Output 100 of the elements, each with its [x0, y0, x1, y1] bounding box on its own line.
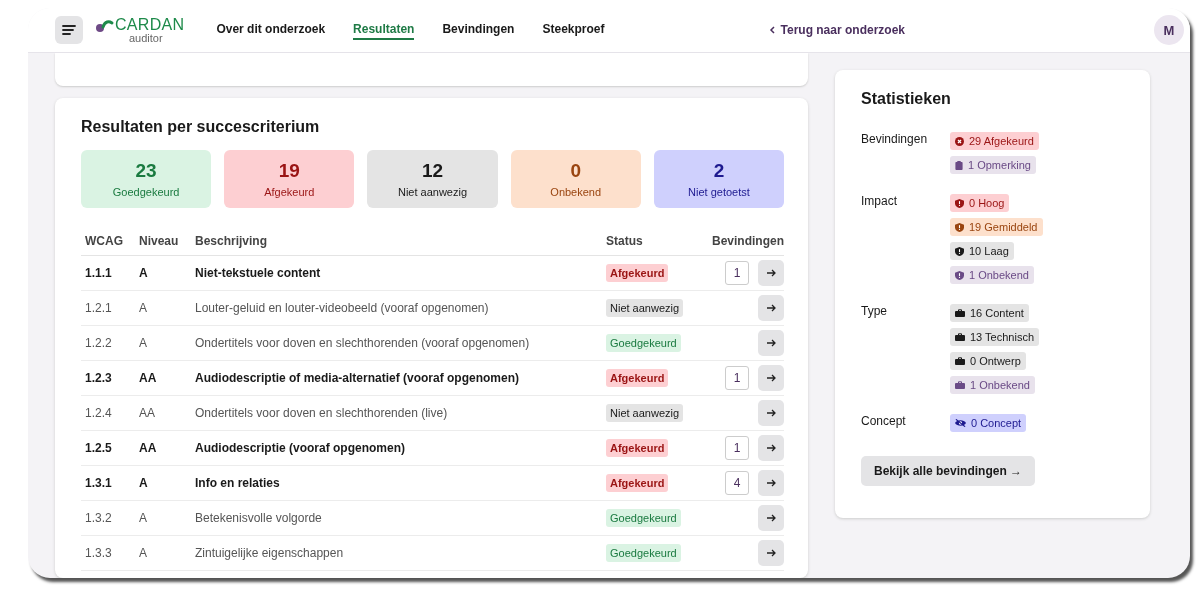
shield-icon — [955, 198, 964, 208]
menu-button[interactable] — [55, 16, 83, 44]
status-badge: Afgekeurd — [606, 474, 669, 492]
nav-tab[interactable]: Steekproef — [542, 20, 605, 40]
open-button[interactable] — [758, 330, 784, 356]
table-cell: 1.2.4 — [85, 406, 112, 420]
open-button[interactable] — [758, 295, 784, 321]
eye-slash-icon — [955, 419, 966, 427]
summary-count: 0 — [570, 160, 581, 182]
briefcase-icon — [955, 357, 965, 365]
arrow-right-icon — [766, 304, 776, 312]
table-cell: A — [139, 546, 147, 560]
table-cell: Audiodescriptie (vooraf opgenomen) — [195, 441, 405, 455]
group-label: Type — [861, 304, 888, 320]
briefcase-icon — [955, 333, 965, 341]
arrow-right-icon — [766, 444, 776, 452]
arrow-right-icon — [766, 549, 776, 557]
nav-tab[interactable]: Resultaten — [353, 20, 415, 40]
table-cell: AA — [139, 441, 157, 455]
stat-badge: 1 Onbekend — [950, 266, 1034, 284]
summary-label: Niet aanwezig — [397, 186, 468, 198]
status-badge: Afgekeurd — [606, 369, 669, 387]
view-all-button[interactable]: Bekijk alle bevindingen → — [861, 456, 1036, 486]
arrow-right-icon — [766, 374, 776, 382]
briefcase-icon — [955, 309, 965, 317]
status-badge: Niet aanwezig — [606, 299, 684, 317]
shield-icon — [955, 246, 964, 256]
summary-label: Onbekend — [550, 186, 602, 198]
group-label: Bevindingen — [861, 132, 929, 148]
nav-tab[interactable]: Bevindingen — [442, 20, 515, 40]
column-header: Beschrijving — [195, 234, 268, 248]
summary-count: 19 — [278, 160, 300, 182]
table-cell: A — [139, 301, 147, 315]
status-badge: Goedgekeurd — [606, 334, 681, 352]
back-link[interactable]: Terug naar onderzoek — [768, 23, 905, 37]
stat-badge: 16 Content — [950, 304, 1029, 322]
logo-name: CARDAN — [115, 16, 185, 33]
stat-badge: 19 Gemiddeld — [950, 218, 1043, 236]
open-button[interactable] — [758, 470, 784, 496]
status-badge: Goedgekeurd — [606, 544, 681, 562]
summary-count: 12 — [421, 160, 444, 182]
status-badge: Afgekeurd — [606, 439, 669, 457]
table-cell: A — [139, 476, 148, 490]
table-cell: 1.3.2 — [85, 511, 112, 525]
summary-label: Goedgekeurd — [112, 186, 180, 198]
shield-icon — [955, 270, 964, 280]
table-cell: Ondertitels voor doven en slechthorenden (live) — [195, 406, 448, 420]
section-title: Statistieken — [861, 90, 952, 108]
table-cell: Audiodescriptie of media-alternatief (vooraf opgenomen) — [195, 371, 520, 385]
section-title: Resultaten per succescriterium — [81, 118, 321, 136]
table-cell: Louter-geluid en louter-videobeeld (vooraf opgenomen) — [195, 301, 489, 315]
arrow-right-icon — [766, 514, 776, 522]
open-button[interactable] — [758, 505, 784, 531]
findings-count: 1 — [725, 261, 749, 285]
column-header: Status — [606, 234, 643, 248]
x-circle-icon — [955, 136, 964, 146]
open-button[interactable] — [758, 400, 784, 426]
table-cell: Info en relaties — [195, 476, 280, 490]
group-label: Concept — [861, 414, 907, 430]
group-label: Impact — [861, 194, 898, 210]
table-cell: 1.2.3 — [85, 371, 112, 385]
arrow-right-icon — [766, 479, 776, 487]
clipboard-icon — [955, 160, 963, 170]
logo-subtitle: auditor — [129, 32, 164, 44]
menu-icon — [62, 24, 76, 36]
findings-count: 1 — [725, 366, 749, 390]
findings-count: 1 — [725, 436, 749, 460]
summary-label: Afgekeurd — [264, 186, 315, 198]
status-badge: Goedgekeurd — [606, 509, 681, 527]
table-cell: AA — [139, 406, 155, 420]
chevron-left-icon — [768, 26, 775, 34]
table-cell: 1.1.1 — [85, 266, 112, 280]
column-header: Bevindingen — [712, 234, 784, 248]
stat-badge: 29 Afgekeurd — [950, 132, 1039, 150]
open-button[interactable] — [758, 435, 784, 461]
stat-badge: 0 Ontwerp — [950, 352, 1026, 370]
column-header: Niveau — [139, 234, 179, 248]
arrow-right-icon — [766, 409, 776, 417]
table-cell: Niet-tekstuele content — [195, 266, 321, 280]
open-button[interactable] — [758, 365, 784, 391]
open-button[interactable] — [758, 540, 784, 566]
summary-count: 23 — [135, 160, 157, 182]
findings-count: 4 — [725, 471, 749, 495]
logo-icon — [95, 18, 115, 33]
briefcase-icon — [955, 381, 965, 389]
table-cell: 1.2.1 — [85, 301, 112, 315]
user-avatar[interactable]: M — [1154, 15, 1184, 45]
status-badge: Niet aanwezig — [606, 404, 684, 422]
shield-icon — [955, 222, 964, 232]
summary-label: Niet getoetst — [688, 186, 750, 198]
stat-badge: 0 Hoog — [950, 194, 1010, 212]
column-header: WCAG — [85, 234, 123, 248]
table-cell: 1.3.1 — [85, 476, 112, 490]
table-cell: A — [139, 336, 147, 350]
status-badge: Afgekeurd — [606, 264, 669, 282]
nav-tab[interactable]: Over dit onderzoek — [216, 20, 326, 40]
table-cell: 1.2.5 — [85, 441, 112, 455]
arrow-right-icon — [766, 339, 776, 347]
open-button[interactable] — [758, 260, 784, 286]
stat-badge: 10 Laag — [950, 242, 1014, 260]
